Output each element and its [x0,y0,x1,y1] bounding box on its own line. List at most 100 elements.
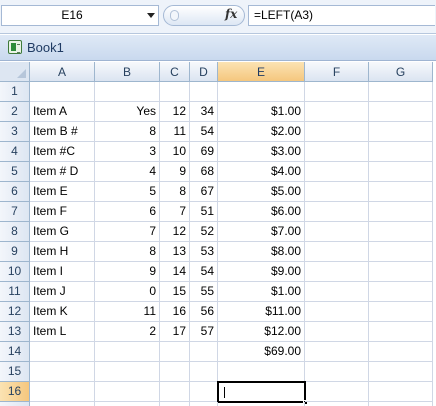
column-header-c[interactable]: C [160,62,190,82]
cell-b17[interactable] [95,402,160,406]
formula-input[interactable]: =LEFT(A3) [248,5,435,26]
cell-d2[interactable]: 34 [190,102,218,122]
cell-c12[interactable]: 16 [160,302,190,322]
cell-b12[interactable]: 11 [95,302,160,322]
cell-g11[interactable] [369,282,433,302]
cell-f8[interactable] [305,222,369,242]
cell-d7[interactable]: 51 [190,202,218,222]
cell-e3[interactable]: $2.00 [218,122,305,142]
cell-f10[interactable] [305,262,369,282]
cell-a8[interactable]: Item G [30,222,95,242]
cell-d6[interactable]: 67 [190,182,218,202]
cell-a6[interactable]: Item E [30,182,95,202]
cell-e5[interactable]: $4.00 [218,162,305,182]
cell-b13[interactable]: 2 [95,322,160,342]
cell-f16[interactable] [305,382,369,402]
row-header-11[interactable]: 11 [0,282,30,302]
cell-f15[interactable] [305,362,369,382]
cell-g6[interactable] [369,182,433,202]
column-header-g[interactable]: G [369,62,433,82]
cell-f17[interactable] [305,402,369,406]
cell-e7[interactable]: $6.00 [218,202,305,222]
cell-c16[interactable] [160,382,190,402]
cell-e10[interactable]: $9.00 [218,262,305,282]
cell-f6[interactable] [305,182,369,202]
cell-c9[interactable]: 13 [160,242,190,262]
row-header-16[interactable]: 16 [0,382,30,402]
cell-b4[interactable]: 3 [95,142,160,162]
cell-g3[interactable] [369,122,433,142]
cell-a5[interactable]: Item # D [30,162,95,182]
row-header-14[interactable]: 14 [0,342,30,362]
cell-b9[interactable]: 8 [95,242,160,262]
cell-e6[interactable]: $5.00 [218,182,305,202]
insert-function-icon[interactable]: fx [225,7,237,21]
cell-g17[interactable] [369,402,433,406]
cell-c15[interactable] [160,362,190,382]
cell-g13[interactable] [369,322,433,342]
cell-f2[interactable] [305,102,369,122]
cell-f14[interactable] [305,342,369,362]
cell-b8[interactable]: 7 [95,222,160,242]
cell-g2[interactable] [369,102,433,122]
cell-c10[interactable]: 14 [160,262,190,282]
cell-d15[interactable] [190,362,218,382]
cell-f4[interactable] [305,142,369,162]
column-header-b[interactable]: B [95,62,160,82]
row-header-15[interactable]: 15 [0,362,30,382]
cell-g4[interactable] [369,142,433,162]
cell-d12[interactable]: 56 [190,302,218,322]
name-box[interactable]: E16 [1,5,159,26]
cell-f1[interactable] [305,82,369,102]
cell-g1[interactable] [369,82,433,102]
row-header-8[interactable]: 8 [0,222,30,242]
row-header-1[interactable]: 1 [0,82,30,102]
cell-e12[interactable]: $11.00 [218,302,305,322]
cell-a17[interactable] [30,402,95,406]
cell-d13[interactable]: 57 [190,322,218,342]
cell-e8[interactable]: $7.00 [218,222,305,242]
cell-e13[interactable]: $12.00 [218,322,305,342]
cell-c4[interactable]: 10 [160,142,190,162]
cell-e11[interactable]: $1.00 [218,282,305,302]
cell-c8[interactable]: 12 [160,222,190,242]
cell-a15[interactable] [30,362,95,382]
cell-g15[interactable] [369,362,433,382]
column-header-f[interactable]: F [305,62,369,82]
cell-g16[interactable] [369,382,433,402]
cell-b2[interactable]: Yes [95,102,160,122]
cell-d9[interactable]: 53 [190,242,218,262]
cell-g12[interactable] [369,302,433,322]
cell-c2[interactable]: 12 [160,102,190,122]
row-header-3[interactable]: 3 [0,122,30,142]
cell-e17[interactable] [218,402,305,406]
cell-c1[interactable] [160,82,190,102]
cell-e9[interactable]: $8.00 [218,242,305,262]
cell-f12[interactable] [305,302,369,322]
cell-b5[interactable]: 4 [95,162,160,182]
row-header-12[interactable]: 12 [0,302,30,322]
row-header-17[interactable]: 17 [0,402,30,406]
cell-g8[interactable] [369,222,433,242]
cell-d11[interactable]: 55 [190,282,218,302]
row-header-2[interactable]: 2 [0,102,30,122]
cell-c3[interactable]: 11 [160,122,190,142]
cell-a10[interactable]: Item I [30,262,95,282]
cell-a2[interactable]: Item A [30,102,95,122]
cell-b3[interactable]: 8 [95,122,160,142]
cell-b10[interactable]: 9 [95,262,160,282]
column-header-a[interactable]: A [30,62,95,82]
cell-e15[interactable] [218,362,305,382]
cell-f11[interactable] [305,282,369,302]
cell-d10[interactable]: 54 [190,262,218,282]
worksheet-grid[interactable]: A B C D E F G 1 2 Item A Yes 12 34 $1.00 3 Item B #8 11 5… [0,62,436,406]
cell-e1[interactable] [218,82,305,102]
cell-a14[interactable] [30,342,95,362]
select-all-button[interactable] [0,62,30,82]
row-header-9[interactable]: 9 [0,242,30,262]
cell-b11[interactable]: 0 [95,282,160,302]
row-header-13[interactable]: 13 [0,322,30,342]
cell-g9[interactable] [369,242,433,262]
cell-d8[interactable]: 52 [190,222,218,242]
cell-d4[interactable]: 69 [190,142,218,162]
